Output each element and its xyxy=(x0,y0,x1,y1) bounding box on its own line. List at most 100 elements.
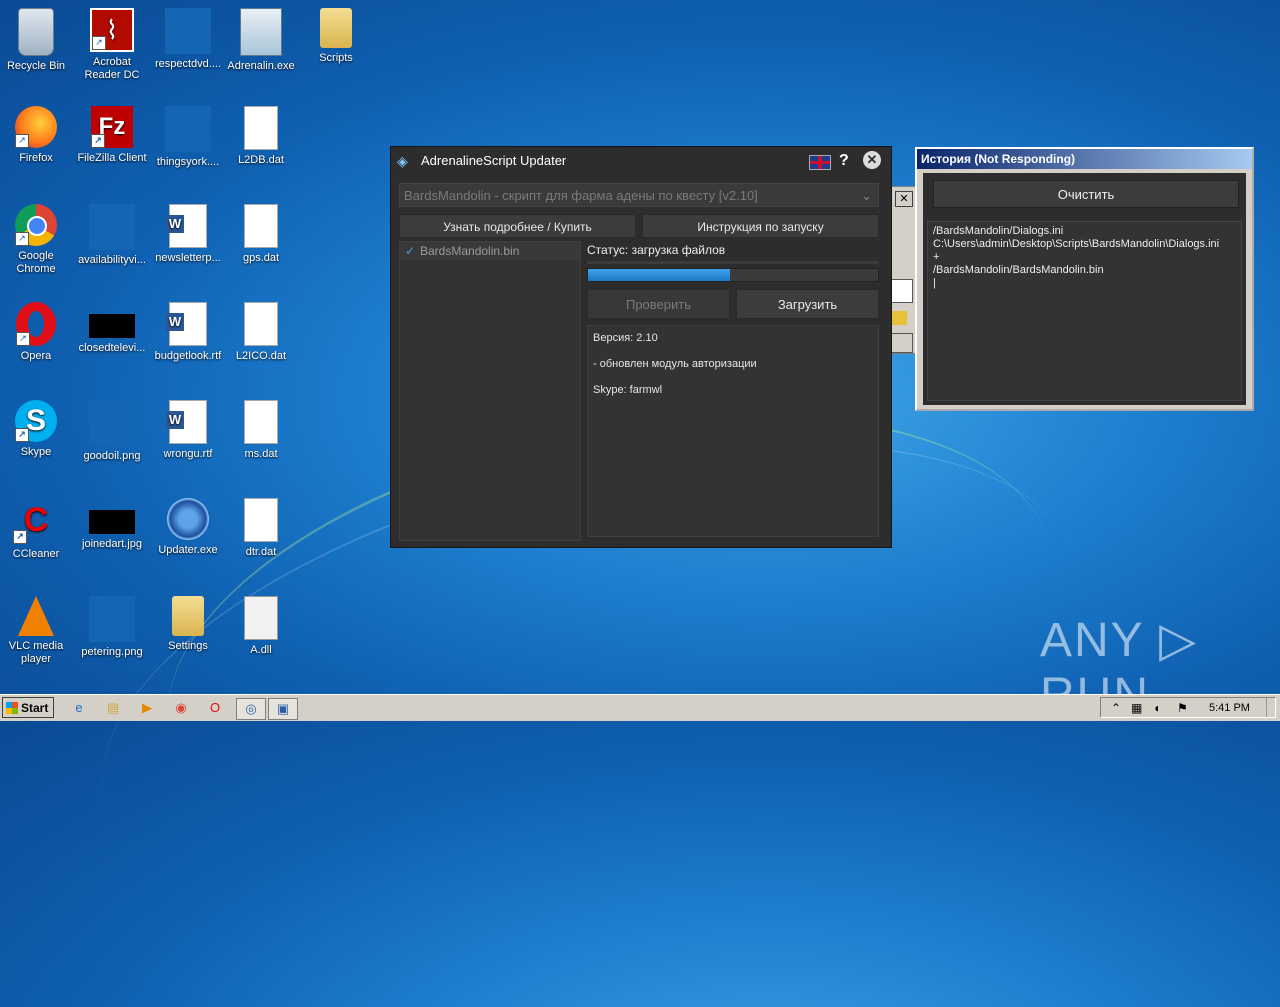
checkmark-icon: ✓ xyxy=(405,244,416,258)
list-item[interactable]: ✓ BardsMandolin.bin xyxy=(400,242,580,260)
desktop-icon-recycle-bin[interactable]: Recycle Bin xyxy=(0,2,74,98)
firefox-icon: ↗ xyxy=(15,106,57,148)
desktop-icon-wrongu[interactable]: Wwrongu.rtf xyxy=(150,394,226,490)
status-text: Статус: загрузка файлов xyxy=(587,243,726,257)
desktop-icon-newsletter[interactable]: Wnewsletterp... xyxy=(150,198,226,294)
file-icon xyxy=(244,302,278,346)
file-name: BardsMandolin.bin xyxy=(420,244,520,258)
clock[interactable]: 5:41 PM xyxy=(1209,698,1250,719)
recycle-bin-icon xyxy=(18,8,54,56)
image-icon xyxy=(89,314,135,338)
desktop-icon-l2db[interactable]: L2DB.dat xyxy=(223,100,299,196)
close-icon[interactable]: ✕ xyxy=(895,191,913,207)
ccleaner-icon: C ↗ xyxy=(13,498,59,544)
file-icon xyxy=(89,596,135,642)
desktop-icon-gps[interactable]: gps.dat xyxy=(223,198,299,294)
desktop-icon-budgetlook[interactable]: Wbudgetlook.rtf xyxy=(150,296,226,392)
desktop-icon-scripts[interactable]: Scripts xyxy=(298,2,374,98)
desktop-icon-chrome[interactable]: ↗ Google Chrome xyxy=(0,198,74,294)
history-titlebar[interactable]: История (Not Responding) xyxy=(917,149,1252,169)
button[interactable] xyxy=(889,333,913,353)
windows-logo-icon xyxy=(6,702,18,714)
desktop-icon-ccleaner[interactable]: C ↗ CCleaner xyxy=(0,492,74,588)
script-select[interactable]: BardsMandolin - скрипт для фарма адены п… xyxy=(399,183,879,207)
file-icon xyxy=(244,498,278,542)
english-flag-icon[interactable] xyxy=(809,155,831,170)
desktop-icon-dtr[interactable]: dtr.dat xyxy=(223,492,299,588)
file-icon xyxy=(244,204,278,248)
desktop-icon-file[interactable]: availabilityvi... xyxy=(74,198,150,294)
progress-fill xyxy=(588,269,731,281)
file-icon xyxy=(244,400,278,444)
system-tray: ⌃ ▦ ◖ ⚑ 5:41 PM xyxy=(1100,697,1276,718)
flag-icon[interactable]: ⚑ xyxy=(1177,698,1188,719)
more-buy-button[interactable]: Узнать подробнее / Купить xyxy=(399,214,636,238)
chevron-up-icon[interactable]: ⌃ xyxy=(1111,698,1121,719)
desktop-icon-firefox[interactable]: ↗ Firefox xyxy=(0,100,74,196)
taskbar: Start e ▤ ▶ ◉ O ◎ ▣ ⌃ ▦ ◖ ⚑ 5:41 PM xyxy=(0,694,1280,721)
file-icon xyxy=(165,8,211,54)
skype-icon: S ↗ xyxy=(15,400,57,442)
desktop-icon-adrenalin[interactable]: Adrenalin.exe xyxy=(223,2,299,98)
updater-window: ◈ AdrenalineScript Updater ? ✕ BardsMand… xyxy=(390,146,892,548)
desktop-icon-file[interactable]: respectdvd.... xyxy=(150,2,226,98)
desktop-icon-image[interactable]: joinedart.jpg xyxy=(74,492,150,588)
desktop-icon-file[interactable]: petering.png xyxy=(74,590,150,686)
file-list[interactable]: ✓ BardsMandolin.bin xyxy=(399,241,581,541)
opera-taskbar-icon[interactable]: O xyxy=(204,698,226,718)
contact-text: Skype: farmwl xyxy=(593,384,663,396)
desktop-icon-acrobat[interactable]: ⌇ ↗ Acrobat Reader DC xyxy=(74,2,150,98)
folder-icon xyxy=(172,596,204,636)
window-title: AdrenalineScript Updater xyxy=(421,153,567,168)
chevron-down-icon: ⌄ xyxy=(861,188,872,203)
media-player-icon[interactable]: ▶ xyxy=(136,698,158,718)
network-icon[interactable]: ▦ xyxy=(1131,698,1142,719)
changelog-text: - обновлен модуль авторизации xyxy=(593,358,757,370)
desktop-icon-vlc[interactable]: VLC media player xyxy=(0,590,74,686)
file-icon xyxy=(244,106,278,150)
folder-icon xyxy=(891,311,907,325)
desktop-icon-skype[interactable]: S ↗ Skype xyxy=(0,394,74,490)
start-button[interactable]: Start xyxy=(2,697,54,718)
desktop-icon-file[interactable]: goodoil.png xyxy=(74,394,150,490)
file-icon xyxy=(89,400,135,446)
help-button[interactable]: ? xyxy=(839,147,849,175)
desktop-icon-l2ico[interactable]: L2ICO.dat xyxy=(223,296,299,392)
word-icon: W xyxy=(166,204,207,248)
version-text: Версия: 2.10 xyxy=(593,332,658,344)
ie-icon[interactable]: e xyxy=(68,698,90,718)
total-progress-bar xyxy=(587,268,879,282)
vlc-icon xyxy=(18,596,54,636)
history-taskbar-button[interactable]: ▣ xyxy=(268,698,298,720)
desktop-icon-settings[interactable]: Settings xyxy=(150,590,226,686)
updater-titlebar[interactable]: ◈ AdrenalineScript Updater ? ✕ xyxy=(391,147,891,175)
chrome-taskbar-icon[interactable]: ◉ xyxy=(170,698,192,718)
history-panel: Очистить /BardsMandolin/Dialogs.ini C:\U… xyxy=(923,173,1246,405)
chrome-icon: ↗ xyxy=(15,204,57,246)
file-icon xyxy=(89,204,135,250)
show-desktop-button[interactable] xyxy=(1266,698,1275,717)
image-icon xyxy=(89,510,135,534)
folder-icon xyxy=(320,8,352,48)
desktop-icon-updater[interactable]: Updater.exe xyxy=(150,492,226,588)
explorer-icon[interactable]: ▤ xyxy=(102,698,124,718)
desktop-icon-file[interactable]: thingsyork.... xyxy=(150,100,226,196)
word-icon: W xyxy=(166,400,207,444)
desktop-icon-filezilla[interactable]: Fz ↗ FileZilla Client xyxy=(74,100,150,196)
text-field[interactable] xyxy=(889,279,913,303)
desktop-icon-image[interactable]: closedtelevi... xyxy=(74,296,150,392)
updater-taskbar-button[interactable]: ◎ xyxy=(236,698,266,720)
download-button[interactable]: Загрузить xyxy=(736,289,879,319)
desktop-icon-opera[interactable]: ↗ Opera xyxy=(0,296,74,392)
file-icon xyxy=(165,106,211,152)
clear-button[interactable]: Очистить xyxy=(933,180,1239,208)
desktop-icon-ms[interactable]: ms.dat xyxy=(223,394,299,490)
instructions-button[interactable]: Инструкция по запуску xyxy=(642,214,879,238)
dll-icon xyxy=(244,596,278,640)
volume-icon[interactable]: ◖ xyxy=(1153,698,1160,719)
check-button[interactable]: Проверить xyxy=(587,289,730,319)
desktop-icon-adll[interactable]: A.dll xyxy=(223,590,299,686)
close-button[interactable]: ✕ xyxy=(863,151,881,169)
filezilla-icon: Fz ↗ xyxy=(91,106,133,148)
file-progress-bar xyxy=(587,261,879,264)
